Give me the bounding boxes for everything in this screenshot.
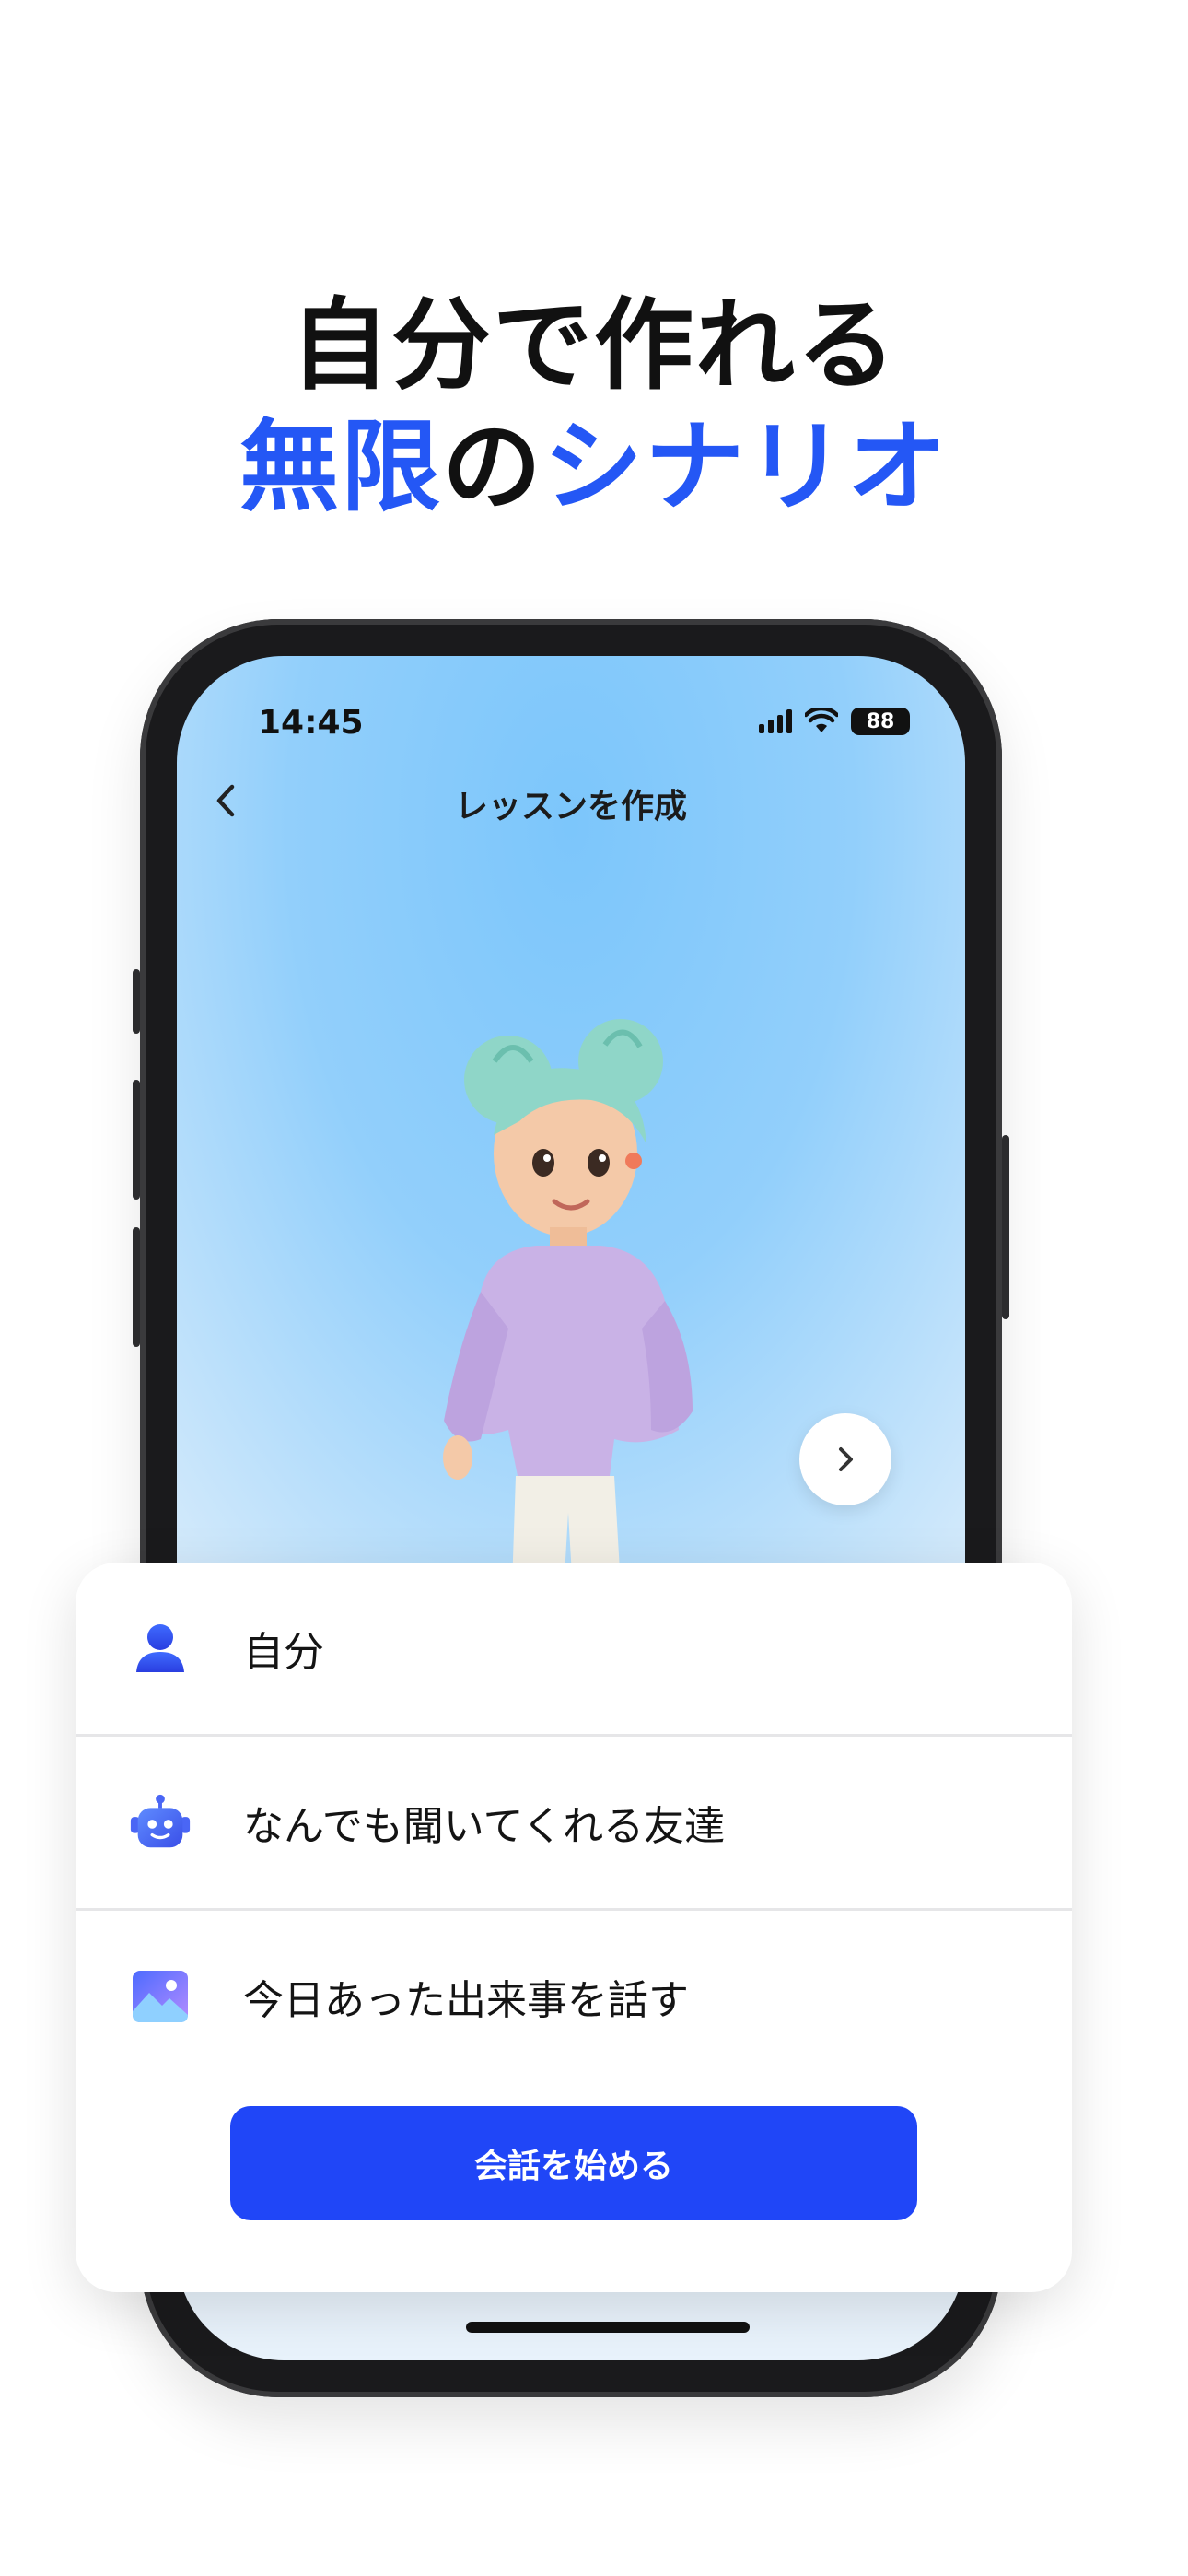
volume-down-button <box>133 1227 140 1347</box>
nav-bar: レッスンを作成 <box>177 765 965 838</box>
robot-icon <box>127 1789 193 1856</box>
home-indicator <box>466 2322 750 2333</box>
volume-up-button <box>133 1080 140 1200</box>
option-row-friend[interactable]: なんでも聞いてくれる友達 <box>76 1737 1072 1908</box>
headline-line-2: 無限のシナリオ <box>0 407 1188 529</box>
avatar-character <box>443 1019 693 1642</box>
status-time: 14:45 <box>258 704 364 742</box>
status-icons: 88 <box>759 708 910 735</box>
headline-plain: の <box>441 410 543 525</box>
headline-line-1: 自分で作れる <box>289 288 898 404</box>
option-label: 自分 <box>243 1629 324 1676</box>
battery-indicator: 88 <box>851 708 910 735</box>
headline-accent-b: シナリオ <box>543 410 949 525</box>
cellular-signal-icon <box>759 709 792 733</box>
power-button <box>1002 1135 1009 1319</box>
action-button <box>133 969 140 1034</box>
wifi-icon <box>805 708 838 732</box>
image-icon <box>127 1963 193 2030</box>
option-row-event[interactable]: 今日あった出来事を話す <box>76 1911 1072 2082</box>
chevron-right-icon <box>839 1447 853 1471</box>
option-label: なんでも聞いてくれる友達 <box>243 1803 726 1850</box>
nav-title: レッスンを作成 <box>454 788 687 825</box>
status-bar: 14:45 88 <box>177 656 965 748</box>
headline-accent-a: 無限 <box>239 410 442 525</box>
start-conversation-button[interactable]: 会話を始める <box>230 2106 917 2220</box>
scenario-card: 自分 なんでも聞いてくれる友達 今日あった出来事を話す 会話を始める <box>76 1563 1072 2292</box>
next-button[interactable] <box>799 1413 891 1505</box>
person-icon <box>127 1615 193 1681</box>
option-label: 今日あった出来事を話す <box>243 1977 689 2024</box>
promo-headline: 自分で作れる 無限のシナリオ <box>0 286 1188 529</box>
option-row-self[interactable]: 自分 <box>76 1563 1072 1734</box>
